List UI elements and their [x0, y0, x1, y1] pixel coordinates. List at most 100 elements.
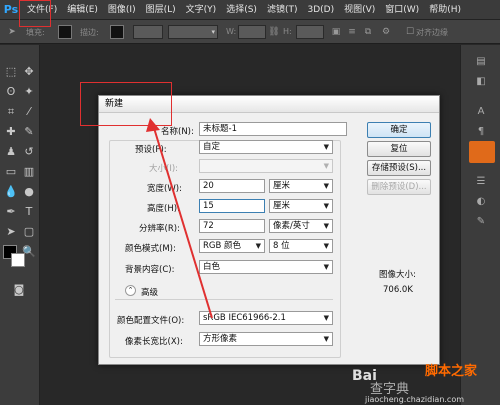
width-label: 宽度(W):: [147, 184, 182, 194]
orange-badge: [469, 141, 495, 163]
arrow-tool-icon[interactable]: ➤: [6, 26, 18, 38]
color-profile-select[interactable]: sRGB IEC61966-2.1 ▼: [199, 311, 333, 325]
properties-panel-icon[interactable]: ◧: [474, 75, 488, 89]
gear-icon[interactable]: ⚙: [380, 26, 392, 38]
chevron-down-icon: ▼: [323, 162, 329, 170]
shape-tool-icon[interactable]: ▢: [20, 223, 38, 241]
move-tool-icon[interactable]: ✥: [20, 63, 38, 81]
chevron-down-icon: ▼: [323, 335, 329, 343]
width-field[interactable]: [238, 25, 266, 39]
annotation-box-file-menu: [19, 0, 51, 27]
pixel-aspect-value: 方形像素: [203, 334, 238, 344]
eraser-tool-icon[interactable]: ▭: [2, 163, 20, 181]
lasso-tool-icon[interactable]: ʘ: [2, 83, 20, 101]
reset-button[interactable]: 复位: [367, 141, 431, 157]
url-watermark: jiaocheng.chazidian.com: [365, 395, 465, 404]
width-input[interactable]: 20: [199, 179, 265, 193]
path-align-icon[interactable]: ≡: [346, 26, 358, 38]
width-unit-select[interactable]: 厘米 ▼: [269, 179, 333, 193]
advanced-divider: [115, 299, 333, 300]
quick-mask-icon[interactable]: ◙: [10, 281, 28, 299]
color-mode-label: 颜色模式(M):: [125, 244, 176, 254]
type-tool-icon[interactable]: T: [20, 203, 38, 221]
menu-edit[interactable]: 编辑(E): [62, 0, 103, 20]
path-selection-icon[interactable]: ➤: [2, 223, 20, 241]
bit-depth-select[interactable]: 8 位 ▼: [269, 239, 333, 253]
save-preset-button[interactable]: 存储预设(S)...: [367, 160, 431, 176]
resolution-input[interactable]: 72: [199, 219, 265, 233]
background-color[interactable]: [11, 253, 25, 267]
advanced-label: 高级: [141, 288, 159, 298]
resolution-unit-select[interactable]: 像素/英寸 ▼: [269, 219, 333, 233]
menu-view[interactable]: 视图(V): [339, 0, 380, 20]
name-label: 名称(N):: [161, 127, 194, 137]
layers-panel-icon[interactable]: ☰: [474, 175, 488, 189]
stroke-type-dropdown[interactable]: ▾: [168, 25, 218, 39]
menu-image[interactable]: 图像(I): [103, 0, 141, 20]
paragraph-panel-icon[interactable]: ¶: [474, 125, 488, 139]
magic-wand-icon[interactable]: ✦: [20, 83, 38, 101]
resolution-label: 分辨率(R):: [139, 224, 180, 234]
size-select[interactable]: ▼: [199, 159, 333, 173]
height-field[interactable]: [296, 25, 324, 39]
paths-panel-icon[interactable]: ✎: [474, 215, 488, 229]
history-brush-icon[interactable]: ↺: [20, 143, 38, 161]
preset-select[interactable]: 自定 ▼: [199, 140, 333, 154]
healing-brush-icon[interactable]: ✚: [2, 123, 20, 141]
stroke-width-field[interactable]: [133, 25, 163, 39]
delete-preset-button[interactable]: 删除预设(D)...: [367, 179, 431, 195]
color-mode-select[interactable]: RGB 颜色 ▼: [199, 239, 265, 253]
height-input[interactable]: 15: [199, 199, 265, 213]
menu-type[interactable]: 文字(Y): [181, 0, 222, 20]
ok-button[interactable]: 确定: [367, 122, 431, 138]
menu-help[interactable]: 帮助(H): [424, 0, 466, 20]
menu-filter[interactable]: 滤镜(T): [262, 0, 303, 20]
history-panel-icon[interactable]: ▤: [474, 55, 488, 69]
preset-label: 预设(P):: [135, 145, 167, 155]
dodge-tool-icon[interactable]: ●: [20, 183, 38, 201]
pen-tool-icon[interactable]: ✒: [2, 203, 20, 221]
menu-bar: Ps 文件(F) 编辑(E) 图像(I) 图层(L) 文字(Y) 选择(S) 滤…: [0, 0, 500, 20]
preset-value: 自定: [203, 142, 221, 152]
crop-tool-icon[interactable]: ⌗: [2, 103, 20, 121]
height-unit-value: 厘米: [273, 201, 291, 211]
menu-window[interactable]: 窗口(W): [380, 0, 424, 20]
image-size-value: 706.0K: [383, 285, 413, 295]
background-value: 白色: [203, 262, 221, 272]
chevron-down-icon: ▼: [323, 202, 329, 210]
annotation-box-dialog-title: [80, 82, 172, 126]
pixel-aspect-select[interactable]: 方形像素 ▼: [199, 332, 333, 346]
height-label: H:: [283, 27, 292, 36]
menu-layer[interactable]: 图层(L): [141, 0, 181, 20]
gradient-tool-icon[interactable]: ▥: [20, 163, 38, 181]
chevron-down-icon: ▼: [323, 263, 329, 271]
size-label: 大小(I):: [149, 164, 179, 174]
character-panel-icon[interactable]: A: [474, 105, 488, 119]
bit-depth-value: 8 位: [273, 241, 290, 251]
stroke-swatch[interactable]: [110, 25, 124, 39]
menu-3d[interactable]: 3D(D): [302, 0, 339, 20]
marquee-tool-icon[interactable]: ⬚: [2, 63, 20, 81]
blur-tool-icon[interactable]: 💧: [2, 183, 20, 201]
name-input[interactable]: 未标题-1: [199, 122, 347, 136]
background-select[interactable]: 白色 ▼: [199, 260, 333, 274]
channels-panel-icon[interactable]: ◐: [474, 195, 488, 209]
width-label: W:: [226, 27, 237, 36]
site-watermark: 脚本之家: [425, 364, 478, 379]
eyedropper-icon[interactable]: ⁄: [20, 103, 38, 121]
height-label: 高度(H):: [147, 204, 180, 214]
height-unit-select[interactable]: 厘米 ▼: [269, 199, 333, 213]
link-icon[interactable]: ⛓: [268, 26, 280, 38]
pixel-aspect-label: 像素长宽比(X):: [125, 337, 183, 347]
clone-stamp-icon[interactable]: ♟: [2, 143, 20, 161]
chevron-down-icon: ▼: [323, 222, 329, 230]
advanced-toggle-icon[interactable]: ⌃: [125, 285, 136, 296]
fill-swatch[interactable]: [58, 25, 72, 39]
brush-tool-icon[interactable]: ✎: [20, 123, 38, 141]
path-arrange-icon[interactable]: ⧉: [362, 26, 374, 38]
background-label: 背景内容(C):: [125, 265, 175, 275]
path-ops-icon[interactable]: ▣: [330, 26, 342, 38]
menu-select[interactable]: 选择(S): [221, 0, 262, 20]
new-document-dialog: 新建 名称(N): 未标题-1 预设(P): 自定 ▼ 大小(I): ▼ 宽度(…: [98, 95, 440, 365]
align-edges-checkbox[interactable]: ☐: [404, 26, 416, 38]
